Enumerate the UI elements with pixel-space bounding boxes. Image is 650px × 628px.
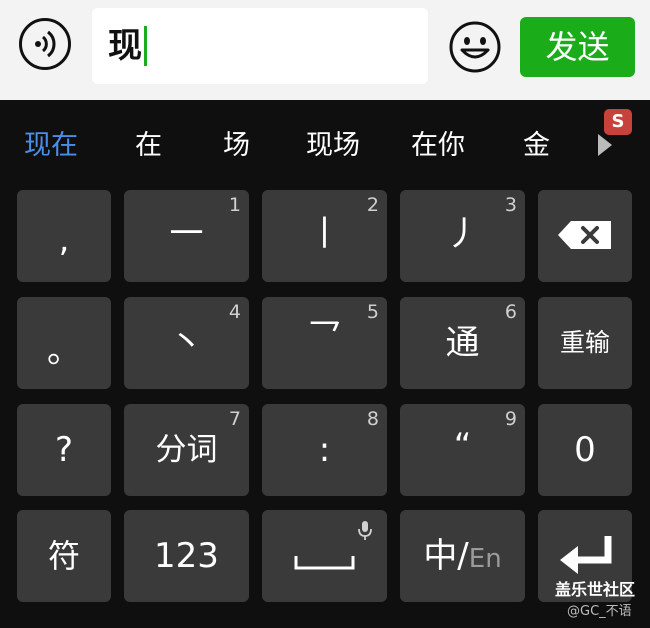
key-7[interactable]: 分词 7 <box>124 404 249 496</box>
candidate-bar: 现在 在 场 现场 在你 金 <box>0 100 650 188</box>
watermark-author: @GC_不语 <box>567 604 632 619</box>
backspace-key[interactable] <box>538 190 632 282</box>
language-switch-key[interactable]: 中/En <box>400 510 525 602</box>
key-2[interactable]: 丨 2 <box>262 190 387 282</box>
key-comma[interactable]: , <box>17 190 111 282</box>
emoji-icon[interactable] <box>448 20 502 74</box>
microphone-icon <box>358 521 372 540</box>
voice-button[interactable] <box>19 18 71 70</box>
key-period[interactable]: 。 <box>17 297 111 389</box>
candidate-item[interactable]: 在你 <box>411 128 465 164</box>
text-caret <box>144 25 147 66</box>
key-0[interactable]: 0 <box>538 404 632 496</box>
numeric-key[interactable]: 123 <box>124 510 249 602</box>
key-6[interactable]: 通 6 <box>400 297 525 389</box>
candidate-item[interactable]: 金 <box>523 128 550 164</box>
lang-zh-label: 中/ <box>423 536 469 576</box>
voice-icon <box>35 30 56 58</box>
send-button[interactable]: 发送 <box>520 17 635 77</box>
symbols-key[interactable]: 符 <box>17 510 111 602</box>
key-8[interactable]: : 8 <box>262 404 387 496</box>
key-1[interactable]: 一 1 <box>124 190 249 282</box>
lang-en-label: En <box>468 544 502 574</box>
candidate-item[interactable]: 现场 <box>306 128 360 164</box>
sogou-logo-icon: S <box>604 109 632 135</box>
backspace-icon <box>558 221 611 249</box>
key-5[interactable]: 乛 5 <box>262 297 387 389</box>
key-4[interactable]: 丶 4 <box>124 297 249 389</box>
candidate-item[interactable]: 在 <box>135 128 162 164</box>
chat-input-bar: 现 发送 <box>0 0 650 100</box>
candidate-item[interactable]: 场 <box>223 128 250 164</box>
candidate-item[interactable]: 现在 <box>24 128 78 164</box>
watermark-title: 盖乐世社区 <box>555 580 636 599</box>
key-question[interactable]: ? <box>17 404 111 496</box>
message-input[interactable]: 现 <box>92 8 428 84</box>
more-candidates-icon[interactable] <box>598 134 612 156</box>
message-text: 现 <box>108 26 142 66</box>
reinput-key[interactable]: 重输 <box>538 297 632 389</box>
space-key[interactable] <box>262 510 387 602</box>
key-9[interactable]: “ 9 <box>400 404 525 496</box>
key-3[interactable]: 丿 3 <box>400 190 525 282</box>
